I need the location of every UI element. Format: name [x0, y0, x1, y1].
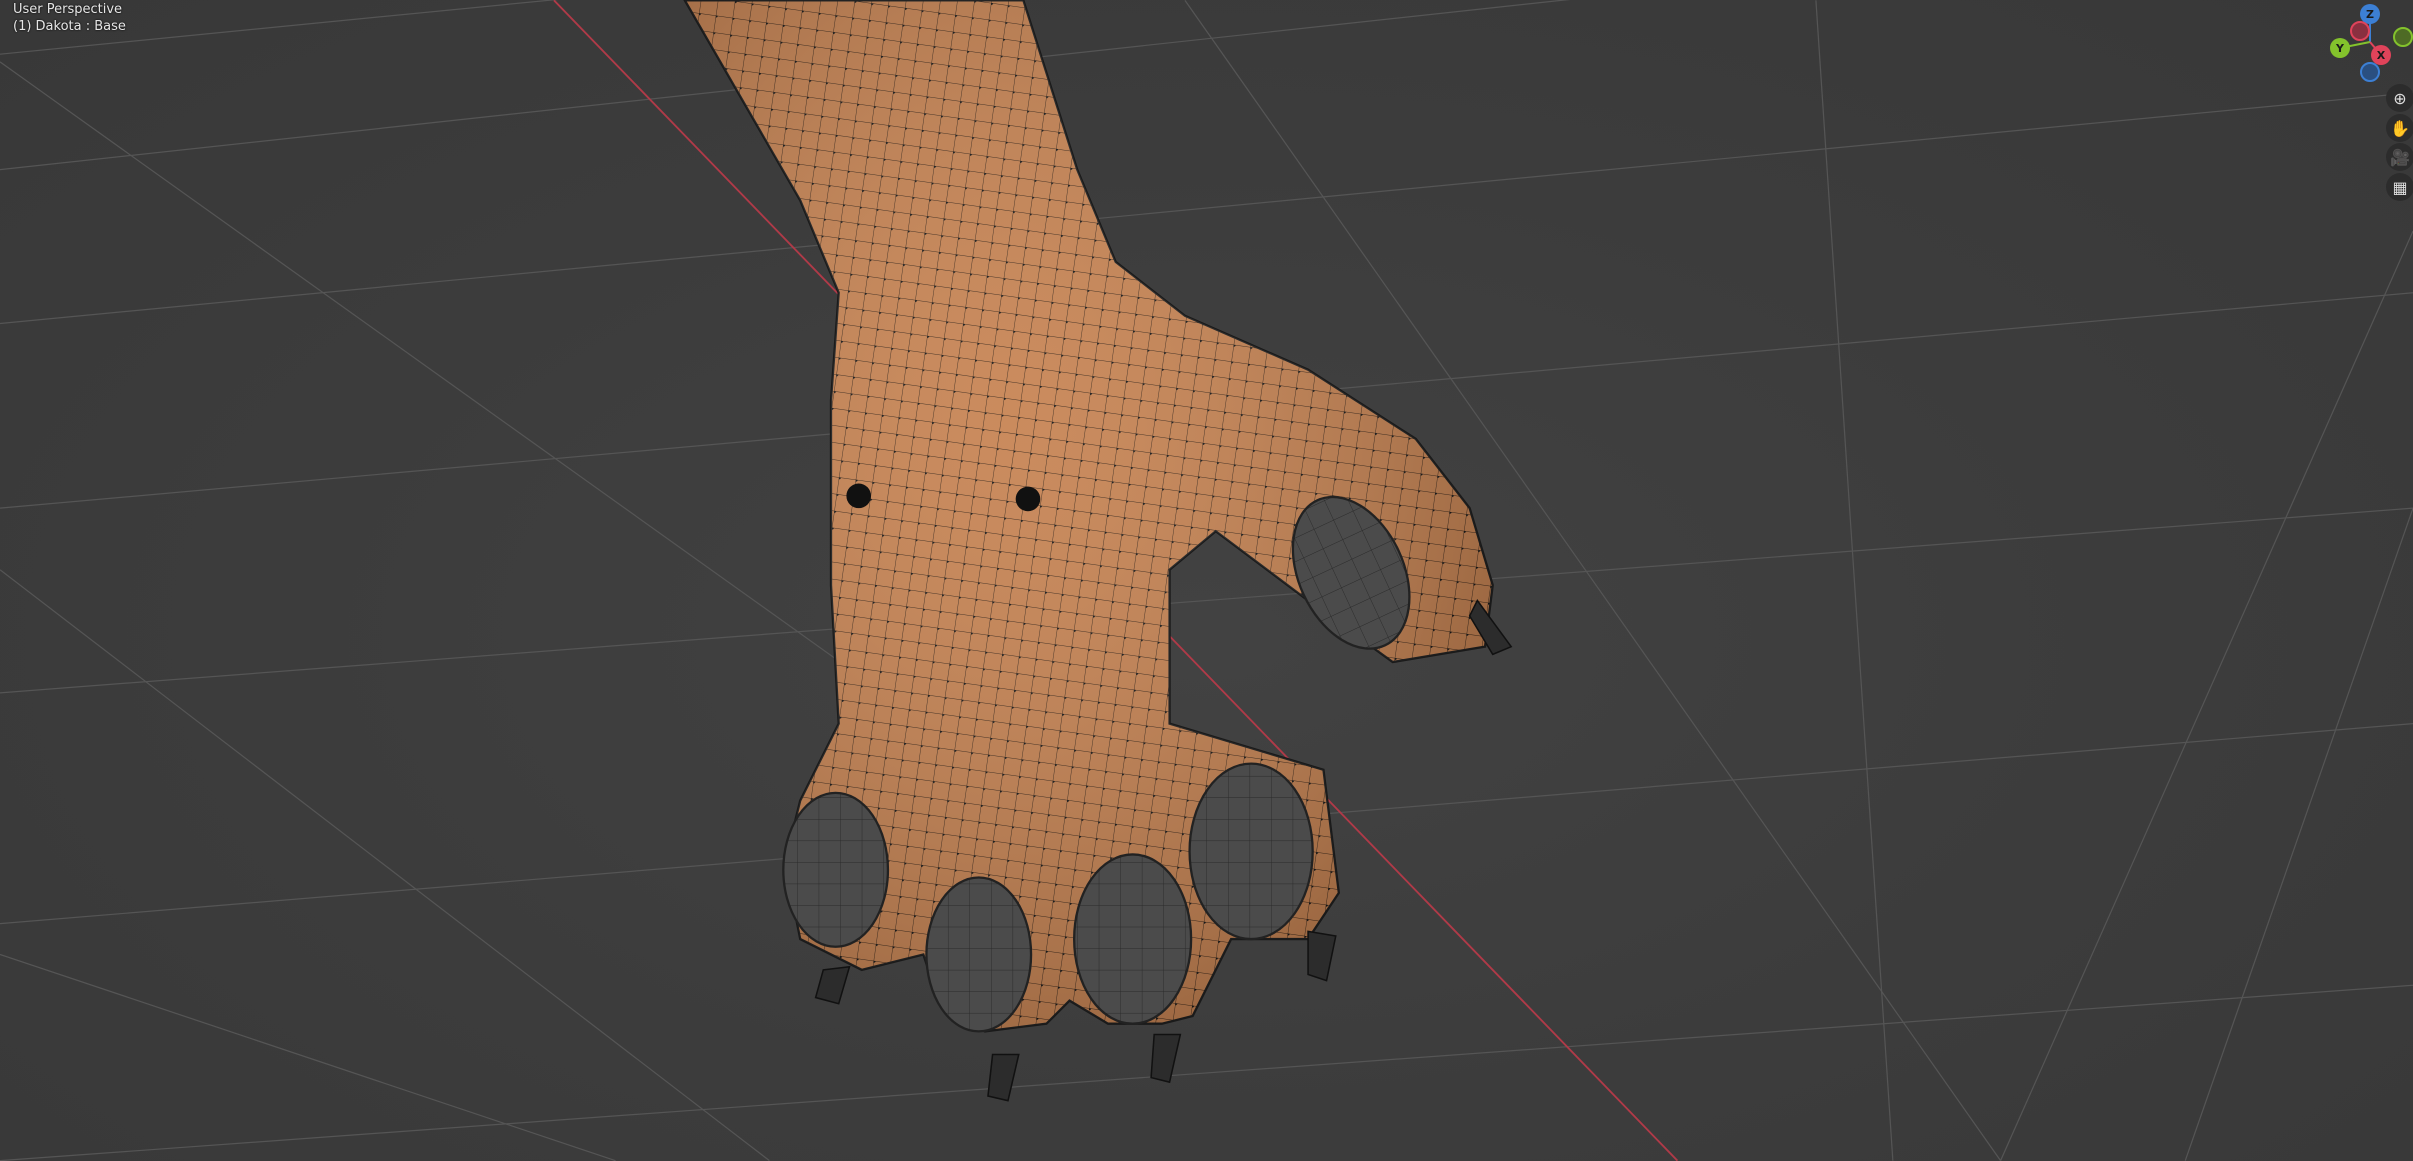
scene-canvas[interactable] — [0, 0, 2413, 1161]
hand-pan-icon: ✋ — [2390, 118, 2410, 138]
camera-view-button[interactable]: 🎥 — [2386, 143, 2413, 171]
active-object-label: (1) Dakota : Base — [13, 19, 126, 34]
grid-ortho-icon: ▦ — [2392, 177, 2408, 197]
zoom-icon: ⊕ — [2393, 88, 2407, 108]
gizmo-neg-y-axis[interactable] — [2393, 27, 2413, 47]
zoom-button[interactable]: ⊕ — [2386, 84, 2413, 112]
camera-icon: 🎥 — [2390, 147, 2410, 167]
view-perspective-label: User Perspective — [13, 2, 123, 17]
gizmo-neg-z-axis[interactable] — [2360, 62, 2380, 82]
hand-mesh — [683, 0, 1513, 1102]
3d-viewport[interactable]: User Perspective (1) Dakota : Base Z Y X… — [0, 0, 2413, 1161]
pan-button[interactable]: ✋ — [2386, 114, 2413, 142]
toggle-ortho-button[interactable]: ▦ — [2386, 173, 2413, 201]
gizmo-y-axis[interactable]: Y — [2330, 38, 2350, 58]
gizmo-neg-x-axis[interactable] — [2350, 21, 2370, 41]
